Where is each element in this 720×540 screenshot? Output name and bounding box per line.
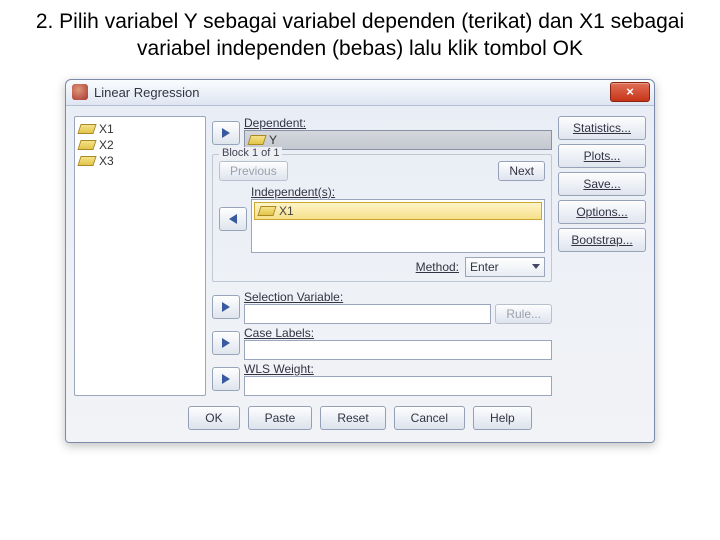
- arrow-right-icon: [222, 128, 230, 138]
- side-buttons: Statistics... Plots... Save... Options..…: [558, 116, 646, 396]
- scale-icon: [247, 135, 266, 145]
- arrow-right-icon: [222, 374, 230, 384]
- dialog-footer: OK Paste Reset Cancel Help: [66, 396, 654, 442]
- scale-icon: [257, 206, 276, 216]
- var-label: X1: [99, 122, 114, 136]
- linear-regression-dialog: Linear Regression × X1 X2: [65, 79, 655, 443]
- chevron-down-icon: [532, 264, 540, 269]
- selection-label: Selection Variable:: [244, 290, 552, 304]
- list-item[interactable]: X3: [77, 153, 203, 169]
- move-selection-button[interactable]: [212, 295, 240, 319]
- paste-button[interactable]: Paste: [248, 406, 313, 430]
- rule-button[interactable]: Rule...: [495, 304, 552, 324]
- center-column: Dependent: Y Block 1 of 1: [212, 116, 552, 396]
- arrow-right-icon: [222, 302, 230, 312]
- wls-weight-field[interactable]: [244, 376, 552, 396]
- method-value: Enter: [470, 260, 499, 274]
- arrow-right-icon: [222, 338, 230, 348]
- ok-button[interactable]: OK: [188, 406, 239, 430]
- dialog-title: Linear Regression: [94, 85, 200, 100]
- independent-label: Independent(s):: [251, 185, 545, 199]
- var-label: X2: [99, 138, 114, 152]
- previous-button[interactable]: Previous: [219, 161, 288, 181]
- source-variable-list[interactable]: X1 X2 X3: [74, 116, 206, 396]
- statistics-button[interactable]: Statistics...: [558, 116, 646, 140]
- options-button[interactable]: Options...: [558, 200, 646, 224]
- var-label: X3: [99, 154, 114, 168]
- reset-button[interactable]: Reset: [320, 406, 385, 430]
- close-button[interactable]: ×: [610, 82, 650, 102]
- block-frame: Block 1 of 1 Previous Next Independent(s…: [212, 154, 552, 282]
- move-wls-button[interactable]: [212, 367, 240, 391]
- move-dependent-button[interactable]: [212, 121, 240, 145]
- move-case-button[interactable]: [212, 331, 240, 355]
- list-item[interactable]: X2: [77, 137, 203, 153]
- list-item[interactable]: X1: [254, 202, 542, 220]
- scale-icon: [77, 124, 96, 134]
- independent-list[interactable]: X1: [251, 199, 545, 253]
- selection-field[interactable]: [244, 304, 491, 324]
- dialog-container: Linear Regression × X1 X2: [0, 79, 720, 443]
- instruction-text: 2. Pilih variabel Y sebagai variabel dep…: [0, 8, 720, 79]
- next-button[interactable]: Next: [498, 161, 545, 181]
- dependent-value: Y: [269, 133, 277, 147]
- indep-value: X1: [279, 204, 294, 218]
- block-title: Block 1 of 1: [219, 147, 282, 159]
- list-item[interactable]: X1: [77, 121, 203, 137]
- move-independent-button[interactable]: [219, 207, 247, 231]
- help-button[interactable]: Help: [473, 406, 532, 430]
- bootstrap-button[interactable]: Bootstrap...: [558, 228, 646, 252]
- close-icon: ×: [626, 84, 634, 99]
- case-labels-field[interactable]: [244, 340, 552, 360]
- plots-button[interactable]: Plots...: [558, 144, 646, 168]
- method-select[interactable]: Enter: [465, 257, 545, 277]
- save-button[interactable]: Save...: [558, 172, 646, 196]
- dependent-label: Dependent:: [244, 116, 552, 130]
- app-icon: [72, 84, 88, 100]
- case-label: Case Labels:: [244, 326, 552, 340]
- titlebar: Linear Regression ×: [66, 80, 654, 106]
- cancel-button[interactable]: Cancel: [394, 406, 465, 430]
- dependent-field[interactable]: Y: [244, 130, 552, 150]
- arrow-left-icon: [229, 214, 237, 224]
- scale-icon: [77, 140, 96, 150]
- wls-label: WLS Weight:: [244, 362, 552, 376]
- scale-icon: [77, 156, 96, 166]
- method-label: Method:: [416, 260, 459, 274]
